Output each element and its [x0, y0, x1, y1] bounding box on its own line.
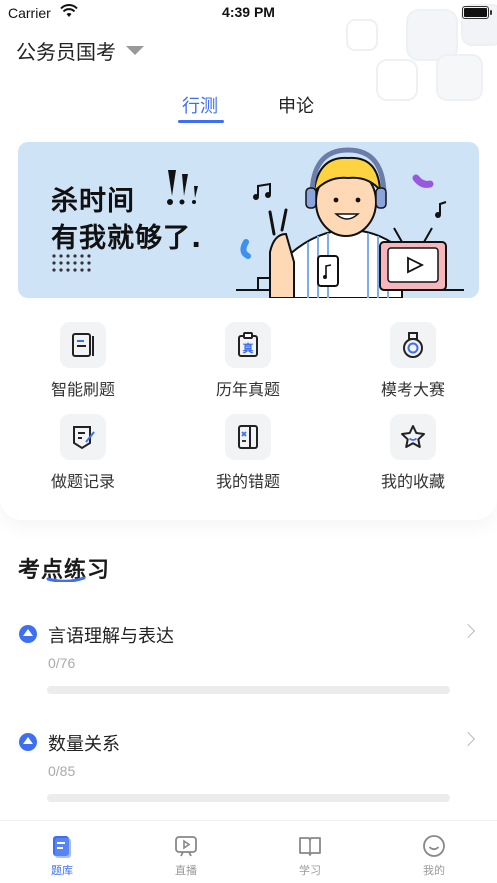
practice-item[interactable]: 言语理解与表达 0/76	[0, 622, 497, 712]
chevron-right-icon	[460, 623, 476, 639]
practice-item-name: 言语理解与表达	[48, 626, 174, 647]
banner-illustration	[52, 147, 464, 298]
tab-shenlun[interactable]: 申论	[278, 92, 314, 118]
practice-item-count: 0/85	[48, 763, 76, 779]
progress-bar	[47, 794, 450, 802]
wrong-questions-icon	[225, 414, 271, 460]
tab-label: 我的	[423, 864, 445, 877]
feature-label: 智能刷题	[50, 380, 115, 399]
past-papers-icon: 真	[225, 322, 271, 368]
feature-practice-record[interactable]: 做题记录	[23, 414, 143, 492]
expand-arrow-icon[interactable]	[19, 733, 37, 751]
svg-text:真: 真	[243, 341, 254, 355]
practice-item-count: 0/76	[48, 655, 76, 671]
chevron-right-icon	[460, 731, 476, 747]
progress-bar	[47, 686, 450, 694]
feature-favorites[interactable]: 我的收藏	[353, 414, 473, 492]
study-book-icon	[299, 837, 321, 856]
practice-item-name: 数量关系	[48, 734, 120, 755]
feature-label: 我的收藏	[380, 472, 445, 491]
feature-wrong-questions[interactable]: 我的错题	[188, 414, 308, 492]
battery-icon	[462, 6, 492, 19]
question-bank-icon	[53, 836, 71, 858]
practice-record-icon	[60, 414, 106, 460]
tab-study[interactable]: 学习	[270, 833, 350, 878]
tab-question-bank[interactable]: 题库	[22, 833, 102, 878]
title-underline-accent	[46, 576, 86, 582]
active-tab-indicator	[178, 120, 224, 123]
status-time: 4:39 PM	[222, 4, 275, 20]
promo-banner[interactable]: 杀时间 有我就够了.	[18, 142, 479, 298]
expand-arrow-icon[interactable]	[19, 625, 37, 643]
feature-label: 我的错题	[215, 472, 280, 491]
status-bar: Carrier 4:39 PM	[0, 0, 497, 26]
feature-label: 历年真题	[215, 380, 280, 399]
tab-label: 直播	[175, 864, 197, 877]
subject-tabs: 行测 申论	[0, 92, 497, 128]
exam-type-selector[interactable]: 公务员国考	[16, 36, 144, 65]
top-panel: Carrier 4:39 PM 公务员国考 行测 申论 杀时间 有我就够了. 智…	[0, 0, 497, 520]
bottom-tab-bar: 题库 直播 学习 我的	[0, 820, 497, 883]
feature-mock-exam[interactable]: 模考大赛	[353, 322, 473, 400]
tab-live[interactable]: 直播	[146, 833, 226, 878]
tab-label: 题库	[51, 864, 73, 877]
live-tv-icon	[175, 836, 197, 857]
feature-label: 做题记录	[50, 472, 115, 491]
section-title-practice: 考点练习	[18, 552, 110, 584]
profile-smile-icon	[423, 835, 445, 857]
chevron-down-icon	[126, 46, 144, 55]
favorites-star-icon	[390, 414, 436, 460]
tab-mine[interactable]: 我的	[394, 833, 474, 878]
tab-label: 学习	[299, 864, 321, 877]
mock-exam-medal-icon	[390, 322, 436, 368]
feature-past-papers[interactable]: 真 历年真题	[188, 322, 308, 400]
tab-xingce[interactable]: 行测	[182, 92, 218, 118]
feature-label: 模考大赛	[380, 380, 445, 399]
smart-practice-icon	[60, 322, 106, 368]
feature-smart-practice[interactable]: 智能刷题	[23, 322, 143, 400]
practice-item[interactable]: 数量关系 0/85	[0, 730, 497, 820]
exam-type-label: 公务员国考	[16, 40, 116, 64]
